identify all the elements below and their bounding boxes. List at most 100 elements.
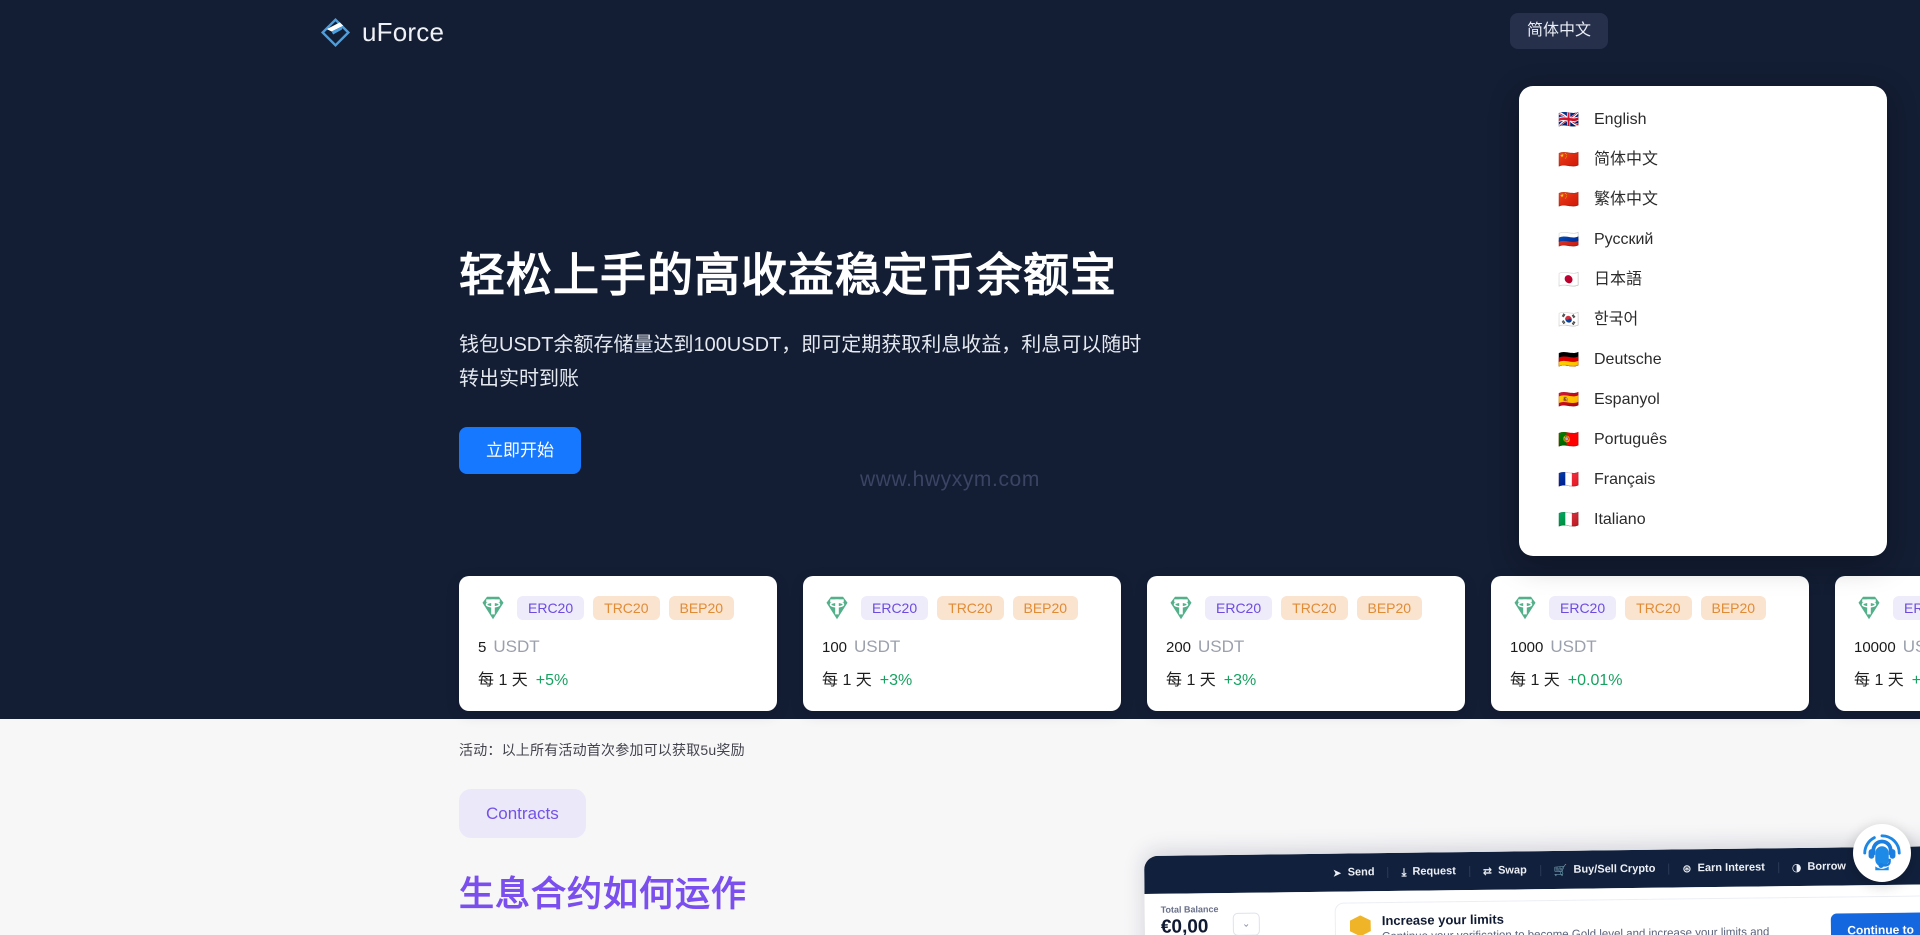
tether-icon bbox=[1858, 596, 1880, 620]
section-heading: 生息合约如何运作 bbox=[459, 875, 748, 914]
mockup-card-title: Increase your limits bbox=[1381, 911, 1505, 929]
language-option-korean[interactable]: 🇰🇷 한국어 bbox=[1519, 300, 1887, 340]
language-option-label: 日本語 bbox=[1594, 271, 1643, 288]
chip-trc20[interactable]: TRC20 bbox=[937, 596, 1004, 620]
customer-support-chat-button[interactable] bbox=[1853, 824, 1911, 882]
flag-pt-icon: 🇵🇹 bbox=[1558, 430, 1580, 450]
chip-trc20[interactable]: TRC20 bbox=[1625, 596, 1692, 620]
chip-trc20[interactable]: TRC20 bbox=[593, 596, 660, 620]
flag-ru-icon: 🇷🇺 bbox=[1558, 230, 1580, 250]
chip-erc20[interactable]: ERC20 bbox=[1205, 596, 1273, 620]
hero-title: 轻松上手的高收益稳定币余额宝 bbox=[459, 249, 1117, 301]
flag-cn-icon: 🇨🇳 bbox=[1558, 150, 1580, 170]
language-option-italian[interactable]: 🇮🇹 Italiano bbox=[1519, 500, 1887, 540]
card-amount-unit: USDT bbox=[1198, 637, 1245, 656]
language-option-english[interactable]: 🇬🇧 English bbox=[1519, 100, 1887, 140]
mockup-nav-label: Buy/Sell Crypto bbox=[1573, 862, 1656, 876]
page-root: uForce 简体中文 🇬🇧 English 🇨🇳 简体中文 🇨🇳 繁体中文 🇷… bbox=[0, 0, 1920, 935]
card-period: 每 1 天 bbox=[1510, 672, 1560, 689]
language-option-label: English bbox=[1594, 111, 1647, 128]
rate-card[interactable]: ERC20 TRC20 BEP20 100 USDT 每 1 天 +3% bbox=[803, 576, 1121, 711]
rate-card[interactable]: ERC20 TRC20 BEP20 1000 USDT 每 1 天 +0.01% bbox=[1491, 576, 1809, 711]
language-option-portuguese[interactable]: 🇵🇹 Português bbox=[1519, 420, 1887, 460]
mockup-nav-request[interactable]: ⤓ Request bbox=[1388, 864, 1470, 879]
send-icon: ➤ bbox=[1332, 866, 1342, 880]
chevron-down-icon[interactable]: ⌄ bbox=[1232, 912, 1260, 935]
rate-card[interactable]: ERC20 TRC20 BEP20 10000USDT 每 1 天+5% bbox=[1835, 576, 1920, 711]
gold-badge-icon bbox=[1350, 915, 1371, 935]
chip-bep20[interactable]: BEP20 bbox=[1356, 596, 1423, 620]
language-option-japanese[interactable]: 🇯🇵 日本語 bbox=[1519, 260, 1887, 300]
mockup-nav-earn-interest[interactable]: ⊛ Earn Interest bbox=[1669, 861, 1779, 875]
tether-icon bbox=[1514, 596, 1536, 620]
mockup-nav-label: Request bbox=[1412, 864, 1456, 878]
brand-logo[interactable]: uForce bbox=[320, 17, 444, 48]
mockup-nav-buy-sell-crypto[interactable]: 🛒 Buy/Sell Crypto bbox=[1540, 862, 1670, 876]
card-amount-unit: USDT bbox=[854, 637, 901, 656]
card-amount: 5 USDT bbox=[478, 637, 758, 657]
rate-card[interactable]: ERC20 TRC20 BEP20 200 USDT 每 1 天 +3% bbox=[1147, 576, 1465, 711]
chip-erc20[interactable]: ERC20 bbox=[1893, 596, 1920, 620]
chip-trc20[interactable]: TRC20 bbox=[1281, 596, 1348, 620]
card-rate-value: +0.01% bbox=[1567, 672, 1623, 689]
card-amount-value: 1000 bbox=[1510, 639, 1544, 656]
language-option-label: 简体中文 bbox=[1594, 151, 1659, 168]
chip-erc20[interactable]: ERC20 bbox=[1549, 596, 1617, 620]
card-amount-unit: USDT bbox=[493, 637, 540, 656]
tether-icon bbox=[1170, 596, 1192, 620]
flag-jp-icon: 🇯🇵 bbox=[1558, 270, 1580, 290]
card-amount-value: 10000 bbox=[1854, 639, 1896, 656]
brand-name: uForce bbox=[362, 17, 445, 47]
mockup-nav-swap[interactable]: ⇄ Swap bbox=[1469, 863, 1541, 877]
mockup-nav-send[interactable]: ➤ Send bbox=[1319, 865, 1389, 880]
borrow-pie-icon: ◑ bbox=[1791, 860, 1802, 874]
card-rate-value: +3% bbox=[879, 672, 913, 689]
mockup-increase-limits-card: Increase your limits Continue your verif… bbox=[1334, 895, 1920, 935]
language-option-german[interactable]: 🇩🇪 Deutsche bbox=[1519, 340, 1887, 380]
flag-it-icon: 🇮🇹 bbox=[1558, 510, 1580, 530]
card-amount: 200 USDT bbox=[1166, 637, 1446, 657]
language-option-simplified-chinese[interactable]: 🇨🇳 简体中文 bbox=[1519, 140, 1887, 180]
mockup-nav-label: Send bbox=[1347, 865, 1375, 879]
language-option-french[interactable]: 🇫🇷 Français bbox=[1519, 460, 1887, 500]
chip-bep20[interactable]: BEP20 bbox=[1700, 596, 1767, 620]
mockup-nav-label: Borrow bbox=[1807, 859, 1847, 873]
language-option-traditional-chinese[interactable]: 🇨🇳 繁体中文 bbox=[1519, 180, 1887, 220]
mockup-balance-block: Total Balance €0,00 ⌄ bbox=[1145, 903, 1336, 935]
card-amount-value: 100 bbox=[822, 639, 848, 656]
chip-bep20[interactable]: BEP20 bbox=[1012, 596, 1079, 620]
card-rate: 每 1 天 +0.01% bbox=[1510, 666, 1790, 690]
card-rate-value: +5% bbox=[1911, 672, 1920, 689]
language-option-label: Deutsche bbox=[1594, 351, 1662, 368]
mockup-continue-button[interactable]: Continue to bbox=[1831, 912, 1920, 935]
card-rate-value: +5% bbox=[535, 672, 569, 689]
customer-support-headset-icon bbox=[1859, 830, 1905, 876]
rate-card[interactable]: ERC20 TRC20 BEP20 5 USDT 每 1 天 +5% bbox=[459, 576, 777, 711]
language-selector-button[interactable]: 简体中文 bbox=[1510, 13, 1609, 49]
uforce-diamond-logo-icon bbox=[320, 17, 351, 48]
language-dropdown-menu[interactable]: 🇬🇧 English 🇨🇳 简体中文 🇨🇳 繁体中文 🇷🇺 Русский 🇯🇵… bbox=[1519, 86, 1887, 556]
chip-erc20[interactable]: ERC20 bbox=[861, 596, 929, 620]
contracts-tab-button[interactable]: Contracts bbox=[459, 789, 586, 838]
language-option-spanish[interactable]: 🇪🇸 Espanyol bbox=[1519, 380, 1887, 420]
mockup-balance-value: €0,00 bbox=[1160, 916, 1209, 935]
promo-note: 活动：以上所有活动首次参加可以获取5u奖励 bbox=[459, 742, 745, 758]
card-amount-value: 200 bbox=[1166, 639, 1192, 656]
request-download-icon: ⤓ bbox=[1401, 865, 1407, 879]
card-rate: 每 1 天 +5% bbox=[478, 666, 758, 690]
card-amount-unit: USDT bbox=[1902, 637, 1920, 656]
get-started-button[interactable]: 立即开始 bbox=[459, 427, 581, 474]
chip-bep20[interactable]: BEP20 bbox=[668, 596, 735, 620]
mockup-nav-borrow[interactable]: ◑ Borrow bbox=[1779, 859, 1859, 874]
card-rate-value: +3% bbox=[1223, 672, 1257, 689]
rate-card-list: ERC20 TRC20 BEP20 5 USDT 每 1 天 +5% ERC20 bbox=[459, 576, 1920, 711]
chip-erc20[interactable]: ERC20 bbox=[517, 596, 585, 620]
language-option-label: Português bbox=[1594, 431, 1667, 448]
language-option-russian[interactable]: 🇷🇺 Русский bbox=[1519, 220, 1887, 260]
language-option-label: Русский bbox=[1594, 231, 1654, 248]
flag-es-icon: 🇪🇸 bbox=[1558, 390, 1580, 410]
card-amount: 1000 USDT bbox=[1510, 637, 1790, 657]
mockup-nav-label: Swap bbox=[1497, 863, 1527, 877]
flag-gb-icon: 🇬🇧 bbox=[1558, 110, 1580, 130]
mockup-balance-label: Total Balance bbox=[1160, 904, 1219, 915]
